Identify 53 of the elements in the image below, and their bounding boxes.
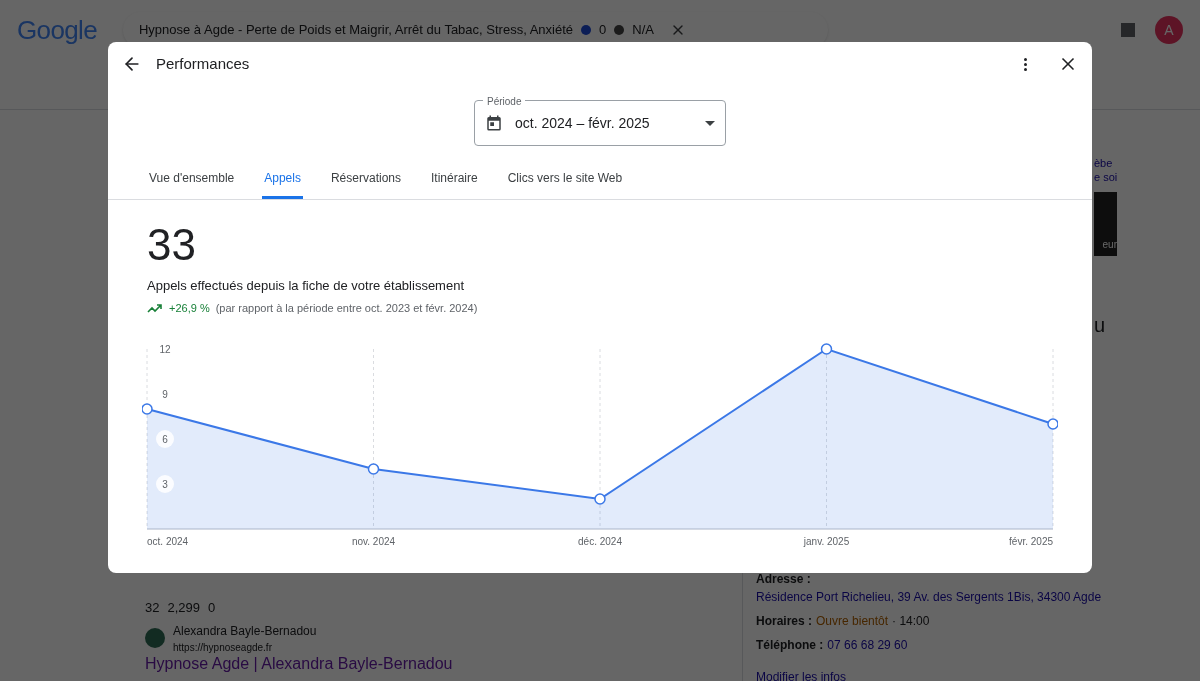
metric-description: Appels effectués depuis la fiche de votre établissement [147, 277, 465, 295]
rating-value: N/A [632, 21, 654, 40]
y-tick-label: 3 [162, 479, 168, 490]
result-title[interactable]: Hypnose Agde | Alexandra Bayle-Bernadou [145, 654, 453, 673]
stat-text: 0 [208, 599, 216, 617]
y-tick-label: 12 [159, 344, 171, 355]
panel-text: u [1094, 318, 1107, 332]
tab[interactable]: Vue d'ensemble [147, 160, 237, 199]
info-label: Horaires : [756, 613, 813, 630]
search-query: Hypnose à Agde - Perte de Poids et Maigrir, Arrêt du Tabac, Stress, Anxiété [138, 21, 573, 40]
panel-text: èbe [1094, 156, 1114, 170]
avatar[interactable]: A [1155, 16, 1183, 44]
panel-text: e soi [1094, 170, 1117, 184]
tab[interactable]: Itinéraire [429, 160, 480, 199]
flag-count: 0 [599, 21, 607, 40]
site-icon [145, 628, 165, 648]
panel-image: eur [1094, 192, 1117, 256]
site-name: Alexandra Bayle-Bernadou [173, 622, 317, 640]
data-point [142, 403, 153, 415]
comparison-text: (par rapport à la période entre oct. 2023 et févr. 2024) [215, 300, 478, 316]
stat-text: 32 [145, 599, 160, 617]
more-icon[interactable] [1024, 57, 1027, 71]
data-point [367, 463, 380, 475]
tab[interactable]: Réservations [328, 160, 403, 199]
trending-up-icon [147, 301, 163, 314]
change-value: +26,9 % [169, 300, 210, 316]
data-point [594, 493, 606, 505]
tab[interactable]: Appels [262, 160, 303, 199]
edit-link[interactable]: Modifier les infos [756, 668, 1122, 681]
info-value[interactable]: Résidence Port Richelieu, 39 Av. des Sergents 1Bis, 34300 Agde [756, 588, 1102, 606]
x-tick-label: oct. 2024 [147, 536, 189, 547]
info-label: Adresse : [756, 571, 811, 588]
google-logo[interactable]: Google [17, 10, 97, 50]
stat-text: 2,299 [167, 599, 200, 617]
info-label: Téléphone : [756, 637, 824, 654]
dialog-title: Performances [156, 53, 250, 74]
hours-time: · 14:00 [892, 613, 930, 630]
dropdown-caret-icon [705, 120, 715, 126]
data-point [820, 343, 833, 355]
info-value[interactable]: 07 66 68 29 60 [827, 636, 908, 654]
x-tick-label: nov. 2024 [351, 536, 396, 547]
x-tick-label: déc. 2024 [578, 536, 622, 547]
tab[interactable]: Clics vers le site Web [505, 160, 625, 199]
site-url: https://hypnoseagde.fr [173, 640, 273, 655]
metric-value: 33 [147, 220, 197, 270]
calendar-icon [485, 114, 503, 132]
y-tick-label: 6 [162, 434, 168, 445]
info-value[interactable]: Ouvre bientôt [816, 612, 889, 630]
period-value: oct. 2024 – févr. 2025 [515, 113, 650, 133]
x-tick-label: janv. 2025 [803, 536, 850, 547]
x-tick-label: févr. 2025 [1009, 536, 1053, 547]
data-point [1047, 418, 1058, 430]
y-tick-label: 9 [162, 389, 168, 400]
